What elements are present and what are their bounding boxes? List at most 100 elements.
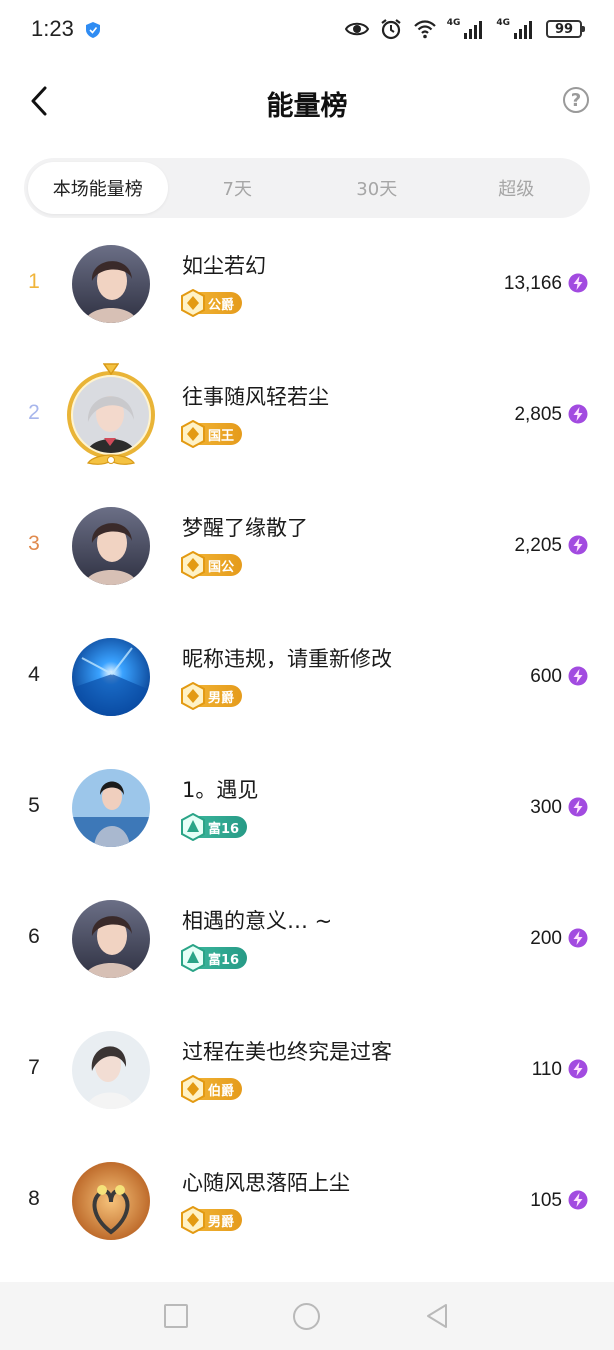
tab-7-days[interactable]: 7天 [168,162,308,214]
rank-number: 6 [28,925,40,948]
home-button[interactable] [293,1303,320,1330]
energy-score: 105 [530,1190,562,1211]
noble-rank-icon [181,682,205,710]
energy-bolt-icon [568,666,588,686]
status-icons: 4G 4G 99 [344,18,585,40]
energy-score: 2,205 [514,535,562,556]
nav-back-button[interactable] [423,1302,451,1330]
rank-number: 5 [28,794,40,817]
energy-score: 200 [530,928,562,949]
user-avatar[interactable] [72,507,150,585]
user-avatar[interactable] [72,769,150,847]
user-avatar[interactable] [72,1031,150,1109]
noble-rank-icon [181,1075,205,1103]
user-avatar[interactable] [72,638,150,716]
signal-icon [464,21,483,39]
alarm-icon [381,19,401,40]
system-navigation-bar [0,1282,614,1350]
wealth-level-icon [181,813,205,841]
tab-this-session[interactable]: 本场能量榜 [28,162,168,214]
energy-score: 13,166 [503,273,562,294]
badge-label: 男爵 [208,1214,235,1230]
user-nickname[interactable]: 1。遇见 [182,774,258,804]
ranking-row[interactable]: 5 1。遇见富16 300 [0,742,614,873]
header: 能量榜 ? [0,62,614,140]
badge-label: 国王 [208,428,235,444]
user-level-badge: 富16 [181,944,248,972]
ranking-row[interactable]: 6 相遇的意义… ~ 富16 200 [0,873,614,1004]
user-nickname[interactable]: 心随风思落陌上尘 [182,1167,350,1197]
king-avatar-frame [67,371,155,459]
ranking-list: 1 如尘若幻公爵 13,166 2 往事随风轻若尘国王 2,805 3 梦醒了缘散了国公 2,2… [0,218,614,1266]
noble-rank-icon [181,551,205,579]
noble-rank-icon [181,420,205,448]
user-level-badge: 男爵 [181,1206,243,1234]
user-nickname[interactable]: 往事随风轻若尘 [182,381,329,411]
wealth-level-icon [181,944,205,972]
badge-label: 公爵 [208,297,235,313]
recent-apps-button[interactable] [164,1304,188,1328]
user-avatar[interactable] [72,1162,150,1240]
energy-score: 300 [530,797,562,818]
network-type-label: 4G [446,18,461,28]
rank-number: 8 [28,1187,40,1210]
frame-gem-icon [103,363,119,375]
energy-bolt-icon [568,404,588,424]
ranking-row[interactable]: 4 昵称违规，请重新修改男爵 600 [0,611,614,742]
user-nickname[interactable]: 如尘若幻 [182,250,266,280]
energy-score: 110 [531,1059,562,1080]
energy-bolt-icon [568,928,588,948]
badge-label: 国公 [208,559,235,575]
frame-wings-icon [87,454,135,465]
noble-rank-icon [181,289,205,317]
rank-number: 3 [28,532,40,555]
wifi-icon [413,20,436,39]
user-level-badge: 公爵 [181,289,243,317]
network-type-label: 4G [496,18,510,28]
badge-label: 富16 [208,952,240,968]
eye-icon [344,22,369,36]
help-icon[interactable]: ? [563,87,589,113]
energy-bolt-icon [568,273,588,293]
noble-rank-icon [181,1206,205,1234]
rank-number: 4 [28,663,40,686]
energy-score: 600 [530,666,562,687]
ranking-row[interactable]: 2 往事随风轻若尘国王 2,805 [0,349,614,480]
ranking-row[interactable]: 1 如尘若幻公爵 13,166 [0,218,614,349]
signal-icon [514,21,532,39]
tab-30-days[interactable]: 30天 [307,162,447,214]
user-nickname[interactable]: 过程在美也终究是过客 [182,1036,392,1066]
user-nickname[interactable]: 昵称违规，请重新修改 [182,643,392,673]
user-level-badge: 富16 [181,813,248,841]
ranking-row[interactable]: 3 梦醒了缘散了国公 2,205 [0,480,614,611]
user-level-badge: 国公 [181,551,243,579]
user-level-badge: 国王 [181,420,243,448]
battery-icon: 99 [546,20,585,38]
battery-level: 99 [554,21,574,37]
user-nickname[interactable]: 梦醒了缘散了 [182,512,308,542]
energy-bolt-icon [568,535,588,555]
user-level-badge: 男爵 [181,682,243,710]
status-bar: 1:23 4G 4G 99 [0,0,614,62]
tab-bar: 本场能量榜 7天 30天 超级 [24,158,590,218]
energy-bolt-icon [568,1190,588,1210]
rank-number: 7 [28,1056,40,1079]
user-level-badge: 伯爵 [181,1075,243,1103]
rank-number: 2 [28,401,40,424]
energy-score: 2,805 [514,404,562,425]
tab-super[interactable]: 超级 [447,162,587,214]
rank-number: 1 [28,270,40,293]
user-nickname[interactable]: 相遇的意义… ~ [182,905,332,935]
user-avatar[interactable] [72,900,150,978]
energy-bolt-icon [568,1059,588,1079]
badge-label: 富16 [208,821,240,837]
user-avatar[interactable] [72,245,150,323]
badge-label: 男爵 [208,690,235,706]
ranking-row[interactable]: 8 心随风思落陌上尘男爵 105 [0,1135,614,1266]
ranking-row[interactable]: 7 过程在美也终究是过客伯爵 110 [0,1004,614,1135]
page-title: 能量榜 [266,91,348,122]
energy-bolt-icon [568,797,588,817]
shield-icon [86,22,100,38]
badge-label: 伯爵 [208,1083,235,1099]
status-time: 1:23 [31,16,74,41]
